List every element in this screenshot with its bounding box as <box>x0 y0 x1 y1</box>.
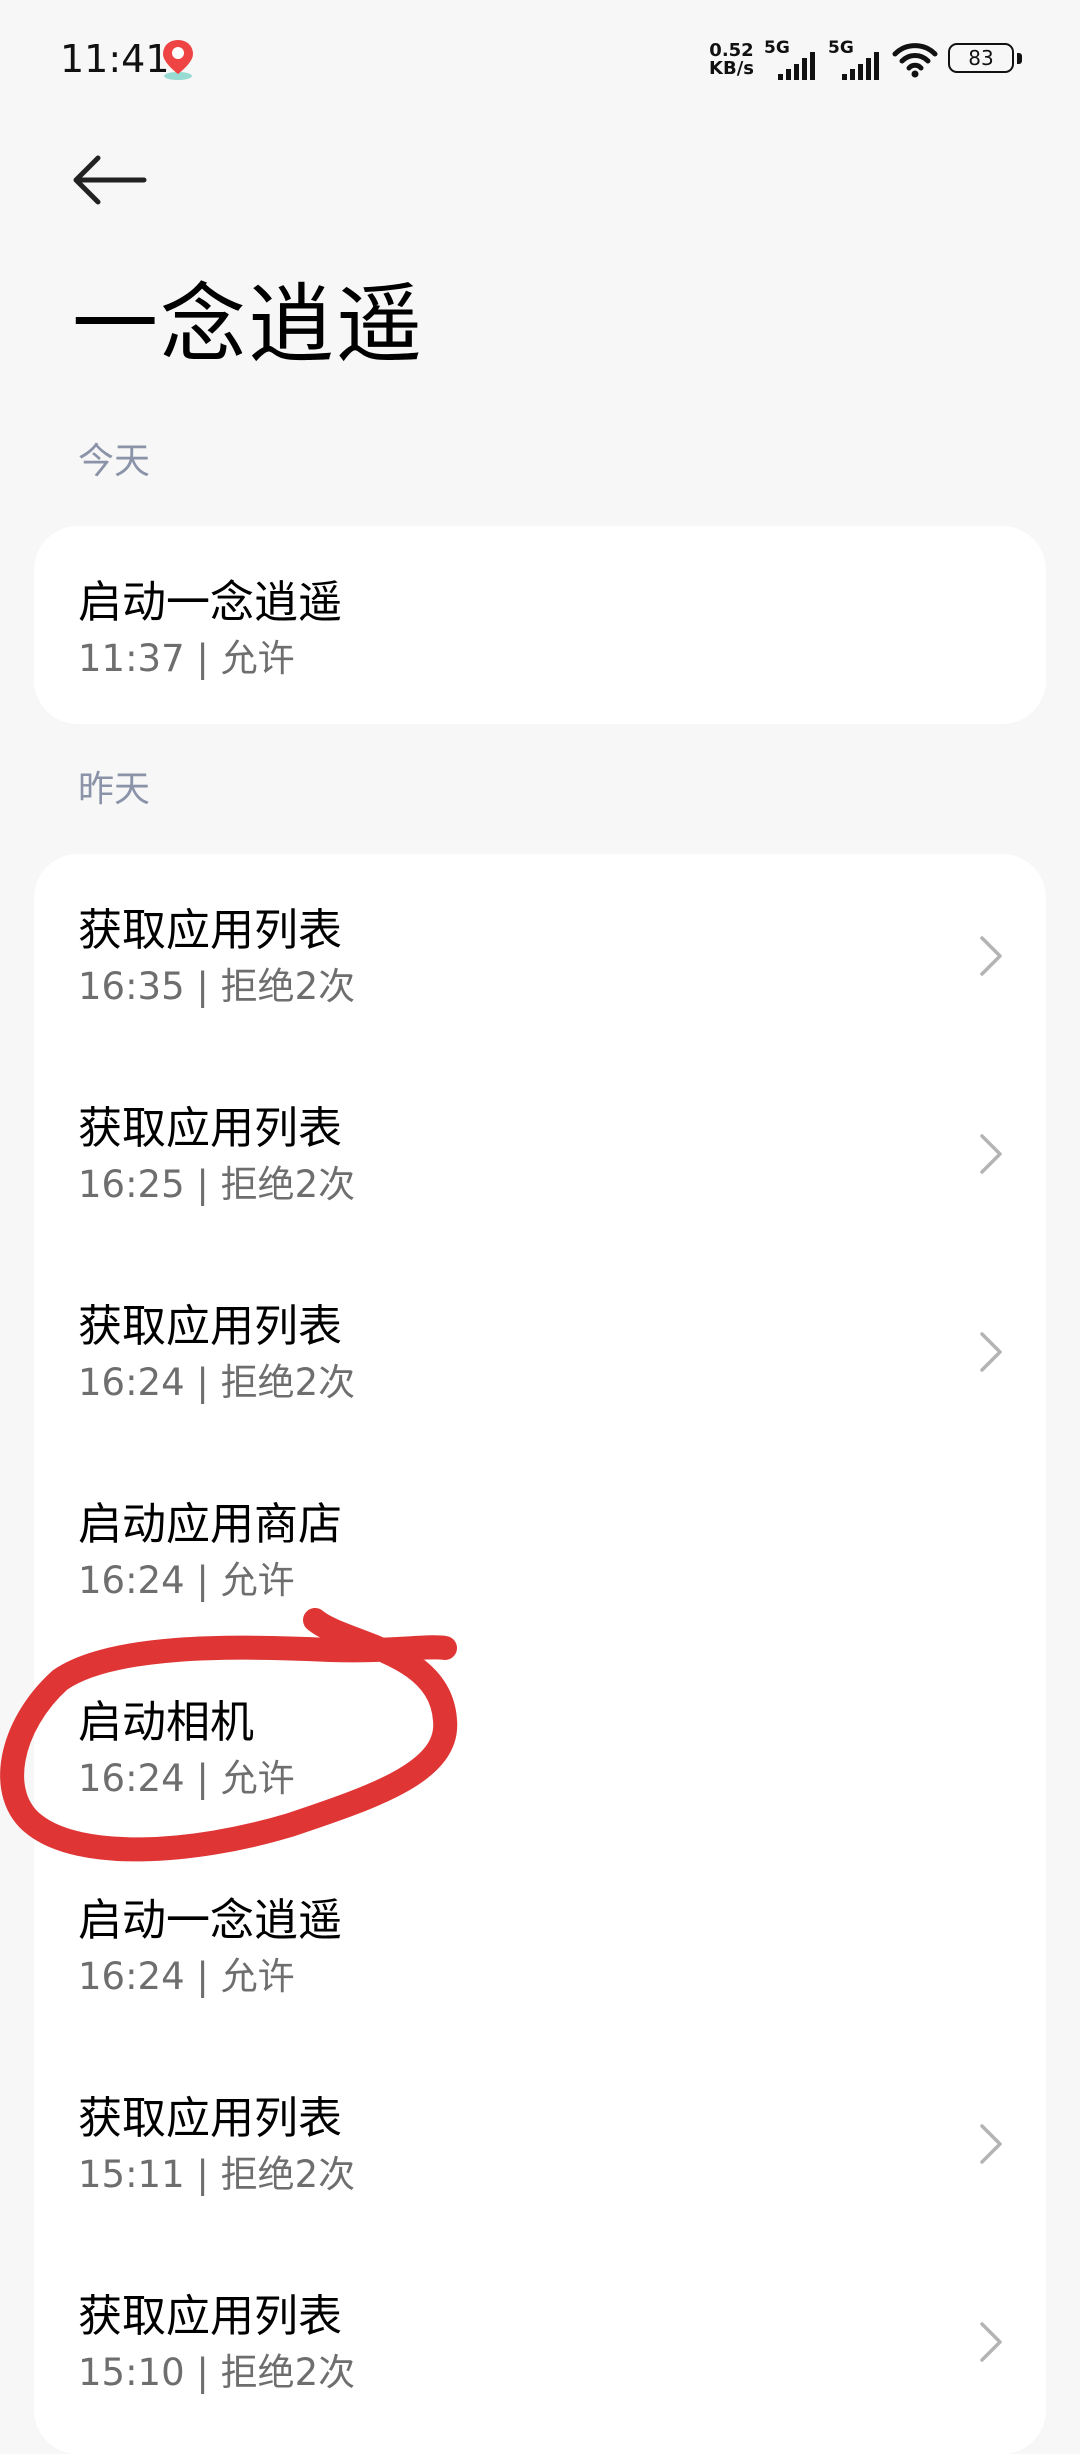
signal-icon: 5G <box>828 40 882 80</box>
chevron-right-icon <box>980 2322 1002 2362</box>
card-today: 启动一念逍遥 11:37 | 允许 <box>34 526 1046 724</box>
list-item[interactable]: 启动应用商店 16:24 | 允许 <box>34 1448 1046 1646</box>
list-item-title: 获取应用列表 <box>78 905 342 956</box>
list-item-title: 获取应用列表 <box>78 1103 342 1154</box>
list-item-title: 获取应用列表 <box>78 2291 342 2342</box>
status-icons: 0.52 KB/s 5G 5G 83 <box>709 36 1022 84</box>
list-item-title: 获取应用列表 <box>78 1301 342 1352</box>
chevron-right-icon <box>980 2124 1002 2164</box>
chevron-right-icon <box>980 1134 1002 1174</box>
chevron-right-icon <box>980 936 1002 976</box>
list-item-title: 启动应用商店 <box>78 1499 342 1550</box>
list-item-title: 启动一念逍遥 <box>78 1895 342 1946</box>
battery-level: 83 <box>948 43 1014 73</box>
list-item-title: 启动相机 <box>78 1697 254 1748</box>
battery-icon: 83 <box>948 43 1022 77</box>
section-label-yesterday: 昨天 <box>78 769 151 810</box>
list-item-subtitle: 15:10 | 拒绝2次 <box>78 2351 356 2394</box>
map-pin-icon <box>163 40 193 80</box>
status-time: 11:41 <box>60 37 170 81</box>
chevron-right-icon <box>980 1332 1002 1372</box>
section-label-today: 今天 <box>78 441 151 482</box>
list-item[interactable]: 获取应用列表 16:24 | 拒绝2次 <box>34 1250 1046 1448</box>
list-item[interactable]: 获取应用列表 16:25 | 拒绝2次 <box>34 1052 1046 1250</box>
signal-icon: 5G <box>764 40 818 80</box>
back-arrow-icon[interactable] <box>70 145 150 215</box>
list-item-subtitle: 16:24 | 拒绝2次 <box>78 1361 356 1404</box>
list-item-subtitle: 11:37 | 允许 <box>78 637 295 680</box>
list-item[interactable]: 获取应用列表 16:35 | 拒绝2次 <box>34 854 1046 1052</box>
list-item[interactable]: 获取应用列表 15:10 | 拒绝2次 <box>34 2240 1046 2438</box>
page-title: 一念逍遥 <box>72 275 424 375</box>
list-item-subtitle: 16:24 | 允许 <box>78 1757 295 1800</box>
list-item[interactable]: 获取应用列表 15:11 | 拒绝2次 <box>34 2042 1046 2240</box>
status-bar: 11:41 0.52 KB/s 5G 5G 83 <box>0 0 1080 120</box>
list-item[interactable]: 启动相机 16:24 | 允许 <box>34 1646 1046 1844</box>
list-item-subtitle: 16:35 | 拒绝2次 <box>78 965 356 1008</box>
network-speed: 0.52 KB/s <box>709 40 754 79</box>
list-item-subtitle: 16:24 | 允许 <box>78 1955 295 1998</box>
list-item-subtitle: 16:24 | 允许 <box>78 1559 295 1602</box>
list-item-subtitle: 16:25 | 拒绝2次 <box>78 1163 356 1206</box>
card-yesterday: 获取应用列表 16:35 | 拒绝2次 获取应用列表 16:25 | 拒绝2次 … <box>34 854 1046 2454</box>
list-item-title: 获取应用列表 <box>78 2093 342 2144</box>
list-item[interactable]: 启动一念逍遥 11:37 | 允许 <box>34 526 1046 724</box>
list-item-subtitle: 15:11 | 拒绝2次 <box>78 2153 356 2196</box>
wifi-icon <box>892 43 938 78</box>
list-item[interactable]: 启动一念逍遥 16:24 | 允许 <box>34 1844 1046 2042</box>
list-item-title: 启动一念逍遥 <box>78 577 342 628</box>
